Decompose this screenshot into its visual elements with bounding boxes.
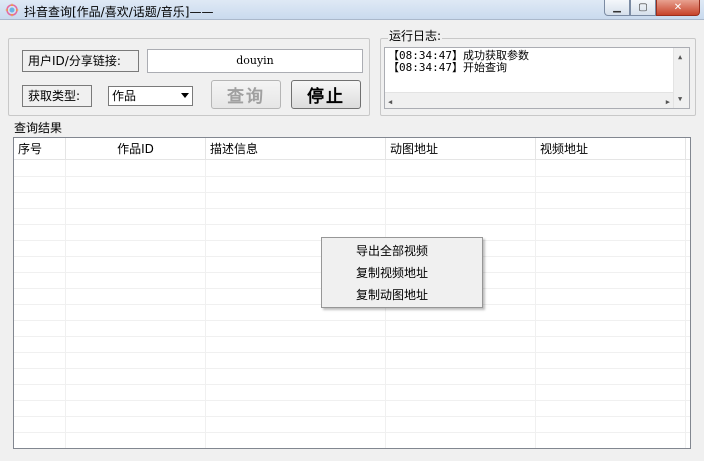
scroll-left-icon[interactable]: ◀ [388, 96, 392, 108]
stop-button[interactable]: 停止 [291, 80, 361, 109]
window-title: 抖音查询[作品/喜欢/话题/音乐]—— [24, 5, 214, 19]
fetch-type-select[interactable]: 作品 [108, 86, 193, 106]
column-header-gif-url[interactable]: 动图地址 [386, 138, 536, 160]
fetch-type-value: 作品 [112, 89, 137, 103]
minimize-button[interactable]: ▁ [604, 0, 630, 16]
column-header-description[interactable]: 描述信息 [206, 138, 386, 160]
query-button[interactable]: 查询 [211, 80, 281, 109]
maximize-button[interactable]: ▢ [630, 0, 656, 16]
log-line: 【08:34:47】开始查询 [388, 61, 507, 74]
log-label: 运行日志: [388, 27, 443, 44]
fetch-type-label: 获取类型: [22, 85, 92, 107]
results-label: 查询结果 [14, 121, 63, 135]
maximize-icon: ▢ [638, 2, 648, 13]
dropdown-arrow-icon [181, 93, 189, 98]
menu-item-copy-gif-url[interactable]: 复制动图地址 [322, 284, 482, 306]
scroll-right-icon[interactable]: ▶ [666, 96, 670, 108]
column-header-video-url[interactable]: 视频地址 [536, 138, 686, 160]
menu-item-export-all-videos[interactable]: 导出全部视频 [322, 240, 482, 262]
column-header-index[interactable]: 序号 [14, 138, 66, 160]
column-header-work-id[interactable]: 作品ID [66, 138, 206, 160]
title-bar[interactable]: 抖音查询[作品/喜欢/话题/音乐]—— ▁ ▢ ✕ [0, 0, 704, 20]
scroll-down-icon[interactable]: ▼ [678, 93, 682, 105]
user-id-input[interactable]: douyin [147, 49, 363, 73]
log-textarea[interactable]: 【08:34:47】成功获取参数 【08:34:47】开始查询 ▲ ▼ ◀ ▶ [384, 47, 690, 109]
window-controls: ▁ ▢ ✕ [604, 0, 700, 16]
log-vertical-scrollbar[interactable]: ▲ ▼ [673, 48, 689, 108]
minimize-icon: ▁ [613, 2, 621, 13]
results-header: 序号 作品ID 描述信息 动图地址 视频地址 [14, 138, 690, 160]
app-icon [5, 3, 19, 17]
close-button[interactable]: ✕ [656, 0, 700, 16]
log-horizontal-scrollbar[interactable]: ◀ ▶ [385, 92, 673, 108]
column-header-work-id-label: 作品ID [117, 142, 154, 156]
menu-item-copy-video-url[interactable]: 复制视频地址 [322, 262, 482, 284]
user-id-label: 用户ID/分享链接: [22, 50, 139, 72]
close-icon: ✕ [673, 2, 683, 13]
scroll-up-icon[interactable]: ▲ [678, 51, 682, 63]
context-menu: 导出全部视频 复制视频地址 复制动图地址 [321, 237, 483, 308]
